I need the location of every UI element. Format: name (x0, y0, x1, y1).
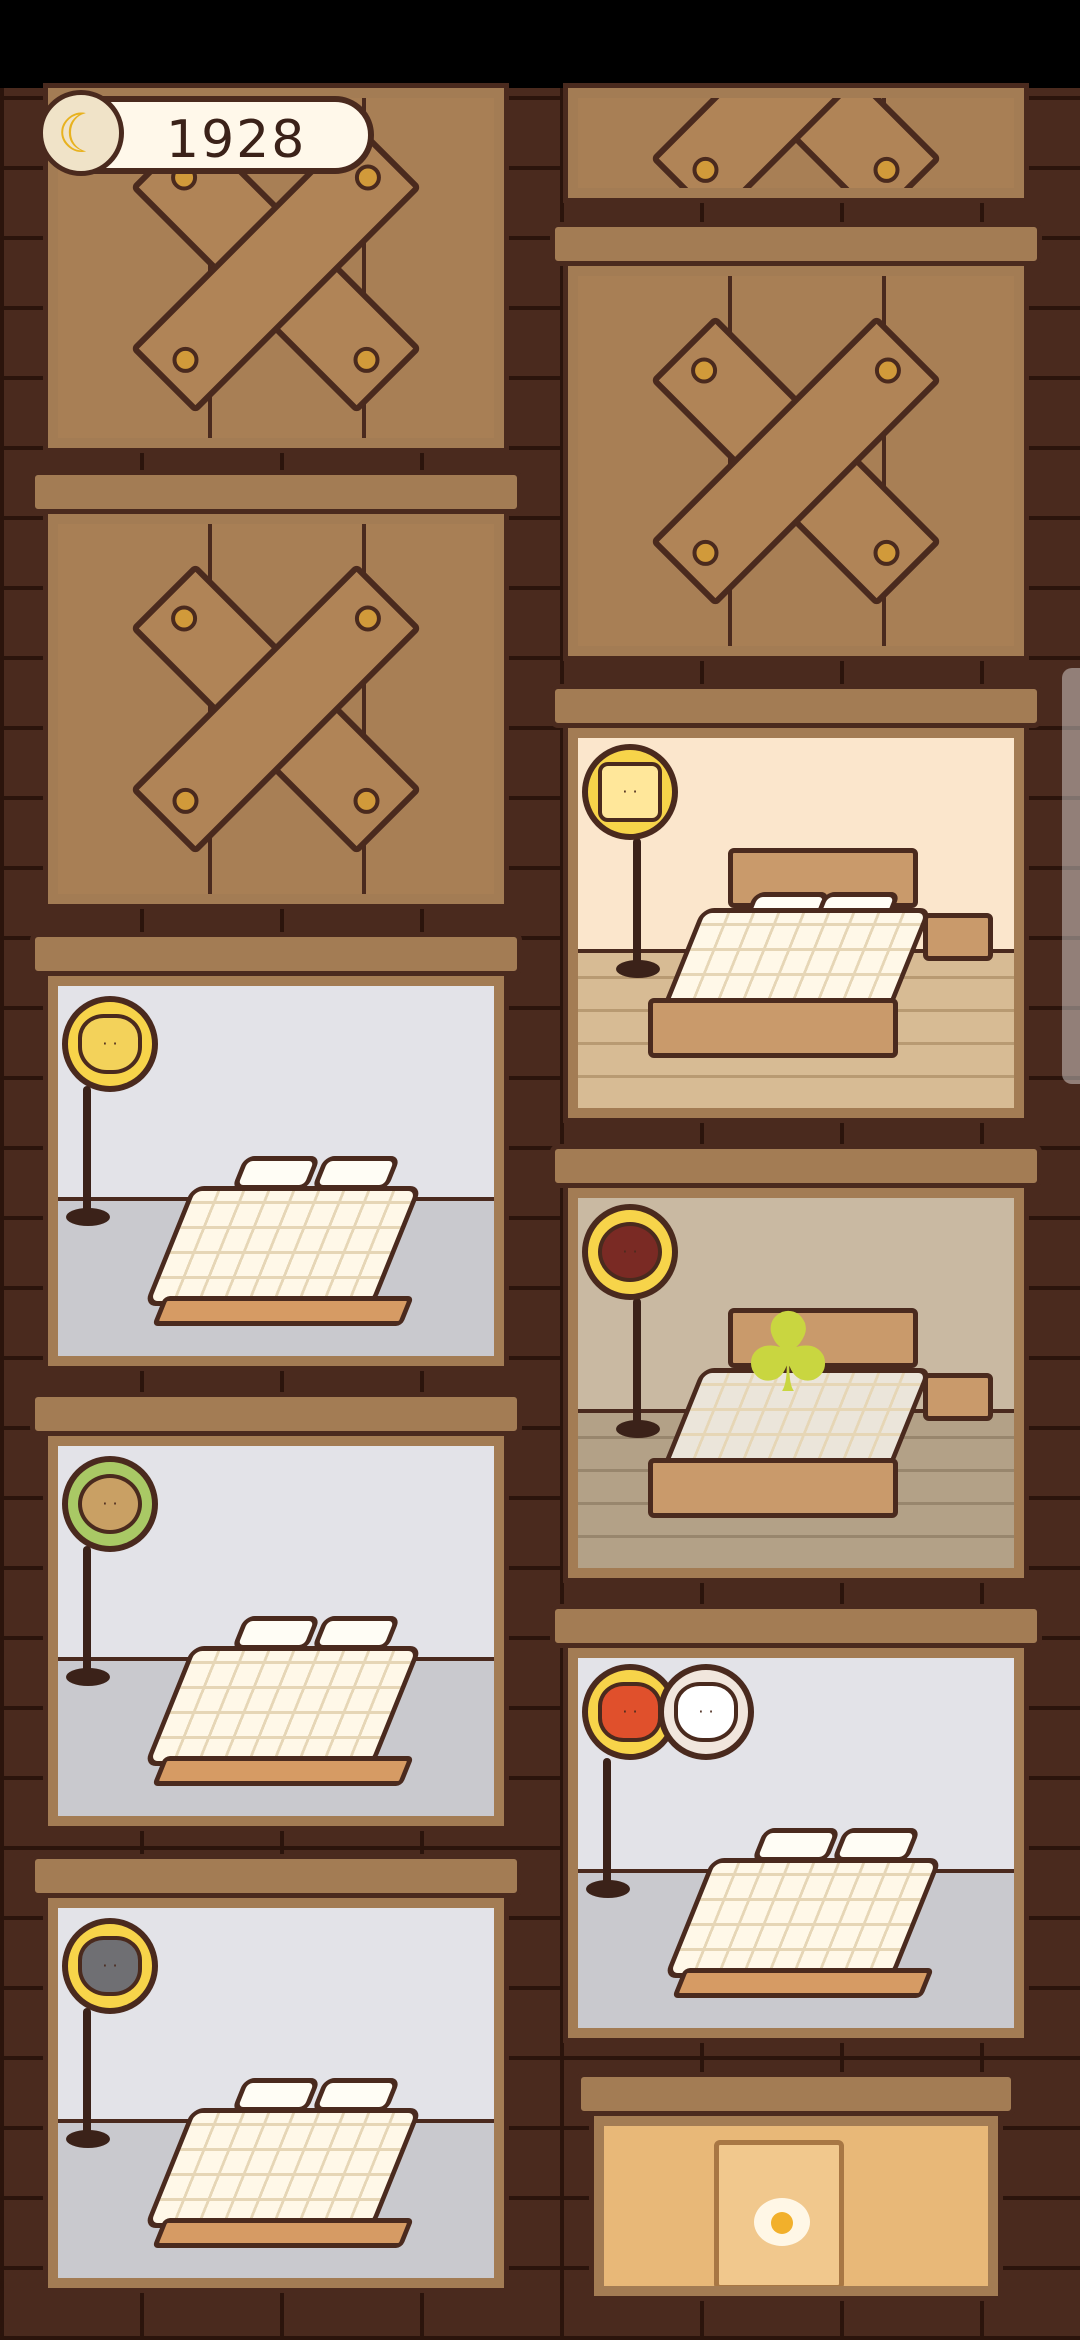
bed-frame (151, 2218, 415, 2248)
pillow (751, 1828, 841, 1862)
bed-frame (151, 1756, 415, 1786)
lamp-pole (633, 1298, 641, 1428)
pillow (311, 2078, 401, 2112)
pillow (831, 1828, 921, 1862)
resident-portrait-red-bird[interactable] (582, 1204, 678, 1300)
lamp-pole (603, 1758, 611, 1888)
lamp-base (586, 1880, 630, 1898)
room-frame (589, 2111, 1003, 2301)
room-shelf (30, 932, 522, 987)
mattress (663, 1858, 943, 1978)
lamp-pole (633, 838, 641, 968)
lamp-base (66, 1668, 110, 1686)
room-boarded-left-2[interactable] (30, 470, 522, 909)
lamp-base (616, 1420, 660, 1438)
gray-bunny-icon (78, 1936, 142, 1996)
resident-portrait-sunflower[interactable] (62, 1456, 158, 1552)
burger-icon (598, 1682, 662, 1742)
fried-egg-icon (754, 2198, 810, 2246)
currency-value: 1928 (166, 110, 307, 170)
room-frame (43, 509, 509, 909)
room-bedroom-left-5[interactable] (30, 1854, 522, 2293)
room-bedroom-right-5[interactable] (550, 1604, 1042, 2043)
status-bar (0, 0, 1080, 88)
room-bedroom-right-4[interactable]: ♣ (550, 1144, 1042, 1583)
nightstand (923, 913, 993, 961)
lamp-base (66, 1208, 110, 1226)
lamp-pole (83, 1546, 91, 1676)
bunny-icon (674, 1682, 738, 1742)
pudding-dog-icon (78, 1014, 142, 1074)
banana-icon: ☾ (38, 90, 124, 176)
room-shelf (550, 684, 1042, 739)
bed-frame (671, 1968, 935, 1998)
mattress (143, 1186, 423, 1306)
bed-frame (648, 998, 898, 1058)
clover-character-sleeping[interactable]: ♣ (728, 1298, 848, 1408)
lamp-pole (83, 1086, 91, 1216)
bed-frame (648, 1458, 898, 1518)
resident-portrait-robot-cat[interactable] (582, 744, 678, 840)
guest-portrait-bunny[interactable] (658, 1664, 754, 1760)
room-bedroom-left-4[interactable] (30, 1392, 522, 1831)
nightstand (923, 1373, 993, 1421)
room-shelf (550, 222, 1042, 277)
red-bird-icon (598, 1222, 662, 1282)
scroll-handle[interactable] (1062, 668, 1080, 1084)
room-boarded-right-1[interactable] (563, 83, 1029, 203)
mattress (143, 1646, 423, 1766)
room-shelf (30, 470, 522, 525)
sunflower-icon (78, 1474, 142, 1534)
pillow (231, 1156, 321, 1190)
lamp-pole (83, 2008, 91, 2138)
mattress (143, 2108, 423, 2228)
lamp-base (66, 2130, 110, 2148)
pillow (231, 2078, 321, 2112)
room-shelf (550, 1144, 1042, 1199)
pillow (311, 1616, 401, 1650)
room-bedroom-left-3[interactable] (30, 932, 522, 1371)
pillow (231, 1616, 321, 1650)
room-shelf (576, 2072, 1016, 2127)
lamp-base (616, 960, 660, 978)
resident-portrait-pudding-dog[interactable] (62, 996, 158, 1092)
bed-frame (151, 1296, 415, 1326)
resident-portrait-gray-bunny[interactable] (62, 1918, 158, 2014)
currency-counter[interactable]: ☾ 1928 (38, 90, 374, 176)
room-shelf (30, 1392, 522, 1447)
room-frame (563, 261, 1029, 661)
room-kitchen[interactable] (576, 2072, 1016, 2301)
room-shelf (550, 1604, 1042, 1659)
room-frame (563, 83, 1029, 203)
room-bedroom-right-3[interactable] (550, 684, 1042, 1123)
room-boarded-right-2[interactable] (550, 222, 1042, 661)
robot-cat-icon (598, 762, 662, 822)
room-shelf (30, 1854, 522, 1909)
pillow (311, 1156, 401, 1190)
